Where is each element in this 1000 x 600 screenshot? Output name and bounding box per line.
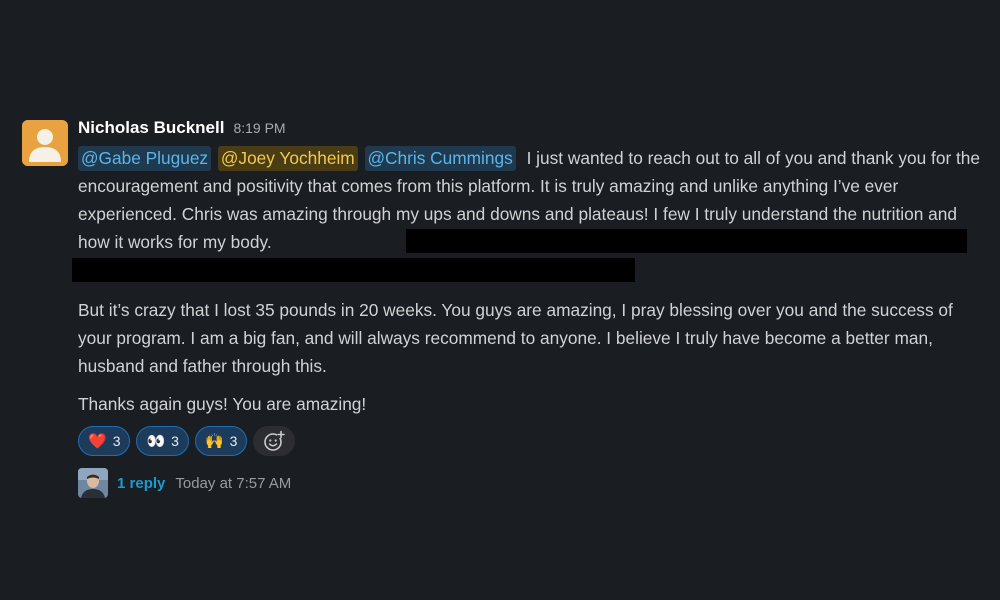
reaction-raised-hands[interactable]: 🙌 3 (194, 426, 248, 456)
reaction-count: 3 (229, 433, 238, 449)
thread-summary[interactable]: 1 reply Today at 7:57 AM (78, 468, 990, 498)
message-timestamp[interactable]: 8:19 PM (233, 120, 285, 136)
reaction-count: 3 (112, 433, 121, 449)
message-content: Nicholas Bucknell 8:19 PM @Gabe Pluguez … (78, 118, 990, 498)
add-emoji-icon (264, 430, 286, 451)
reply-count-link[interactable]: 1 reply (117, 475, 165, 492)
redaction-bar (406, 229, 967, 253)
eyes-icon: 👀 (146, 432, 166, 450)
default-user-icon (22, 120, 68, 166)
reaction-heart[interactable]: ❤️ 3 (78, 426, 131, 456)
redaction-bar (72, 258, 635, 282)
user-avatar[interactable] (22, 120, 68, 166)
mention-chris-cummings[interactable]: @Chris Cummings (364, 146, 516, 171)
reactions-bar: ❤️ 3 👀 3 🙌 3 (78, 426, 990, 456)
mention-joey-yochheim[interactable]: @Joey Yochheim (217, 146, 358, 171)
message-text-paragraph-2: But it’s crazy that I lost 35 pounds in … (78, 300, 953, 376)
reaction-count: 3 (171, 433, 179, 449)
raised-hands-icon: 🙌 (204, 432, 224, 450)
author-name[interactable]: Nicholas Bucknell (78, 118, 224, 138)
message-text-paragraph-3: Thanks again guys! You are amazing! (78, 394, 367, 414)
mention-gabe-pluguez[interactable]: @Gabe Pluguez (78, 146, 212, 171)
reply-user-avatar[interactable] (78, 468, 108, 498)
reply-user-photo-icon (78, 468, 108, 498)
last-reply-time: Today at 7:57 AM (175, 474, 292, 492)
message-header: Nicholas Bucknell 8:19 PM (78, 118, 990, 144)
reaction-eyes[interactable]: 👀 3 (136, 426, 189, 456)
add-reaction-button[interactable] (253, 426, 296, 456)
red-heart-icon: ❤️ (88, 432, 107, 450)
